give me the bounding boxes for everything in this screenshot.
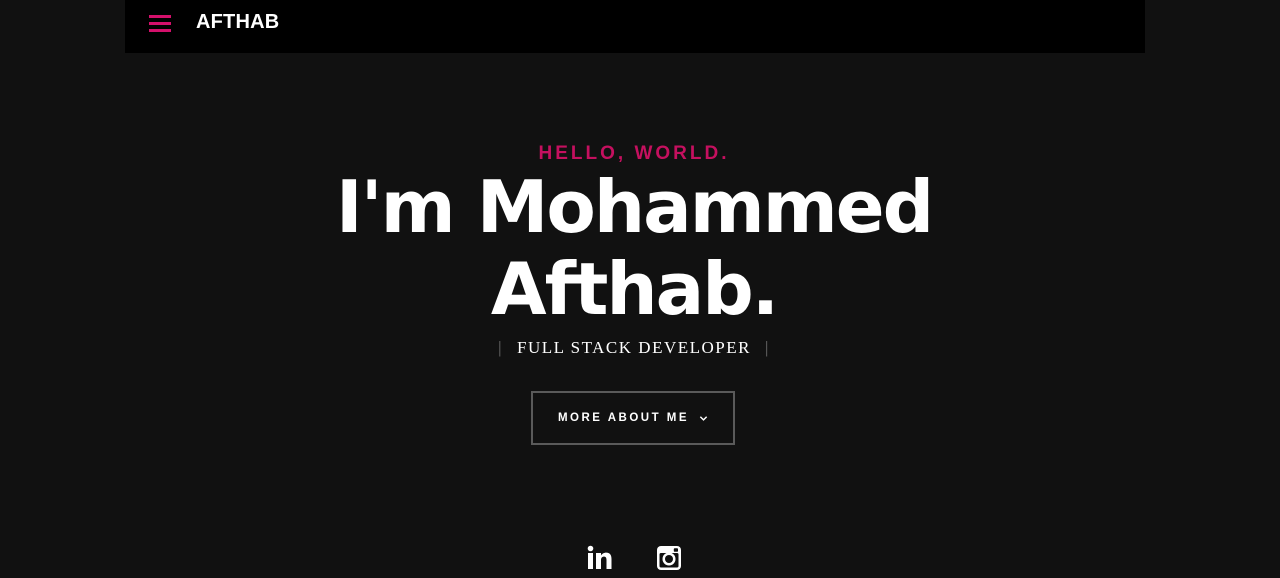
subtitle-divider-right: | — [764, 338, 770, 357]
linkedin-icon[interactable] — [585, 544, 613, 572]
social-links — [585, 544, 683, 572]
hamburger-menu-icon[interactable] — [149, 14, 172, 33]
subtitle-divider-left: | — [498, 338, 504, 357]
menu-icon-line — [149, 15, 171, 18]
more-about-me-button[interactable]: MORE ABOUT ME — [531, 391, 735, 445]
more-about-me-label: MORE ABOUT ME — [557, 412, 690, 424]
menu-icon-line — [149, 22, 171, 25]
instagram-icon[interactable] — [655, 544, 683, 572]
chevron-down-icon — [699, 415, 708, 421]
subtitle-text: FULL STACK DEVELOPER — [517, 338, 751, 357]
hero-subtitle: | FULL STACK DEVELOPER | — [0, 338, 1268, 358]
top-navigation-bar: AFTHAB — [125, 0, 1145, 53]
headline-line-1: I'm Mohammed — [335, 165, 934, 249]
site-logo[interactable]: AFTHAB — [196, 11, 279, 34]
headline-line-2: Afthab. — [490, 247, 779, 331]
menu-icon-line — [149, 29, 171, 32]
page: AFTHAB HELLO, WORLD. I'm Mohammed Afthab… — [0, 0, 1280, 578]
hero-greeting: HELLO, WORLD. — [538, 143, 730, 164]
hero-headline: I'm Mohammed Afthab. — [0, 166, 1268, 330]
